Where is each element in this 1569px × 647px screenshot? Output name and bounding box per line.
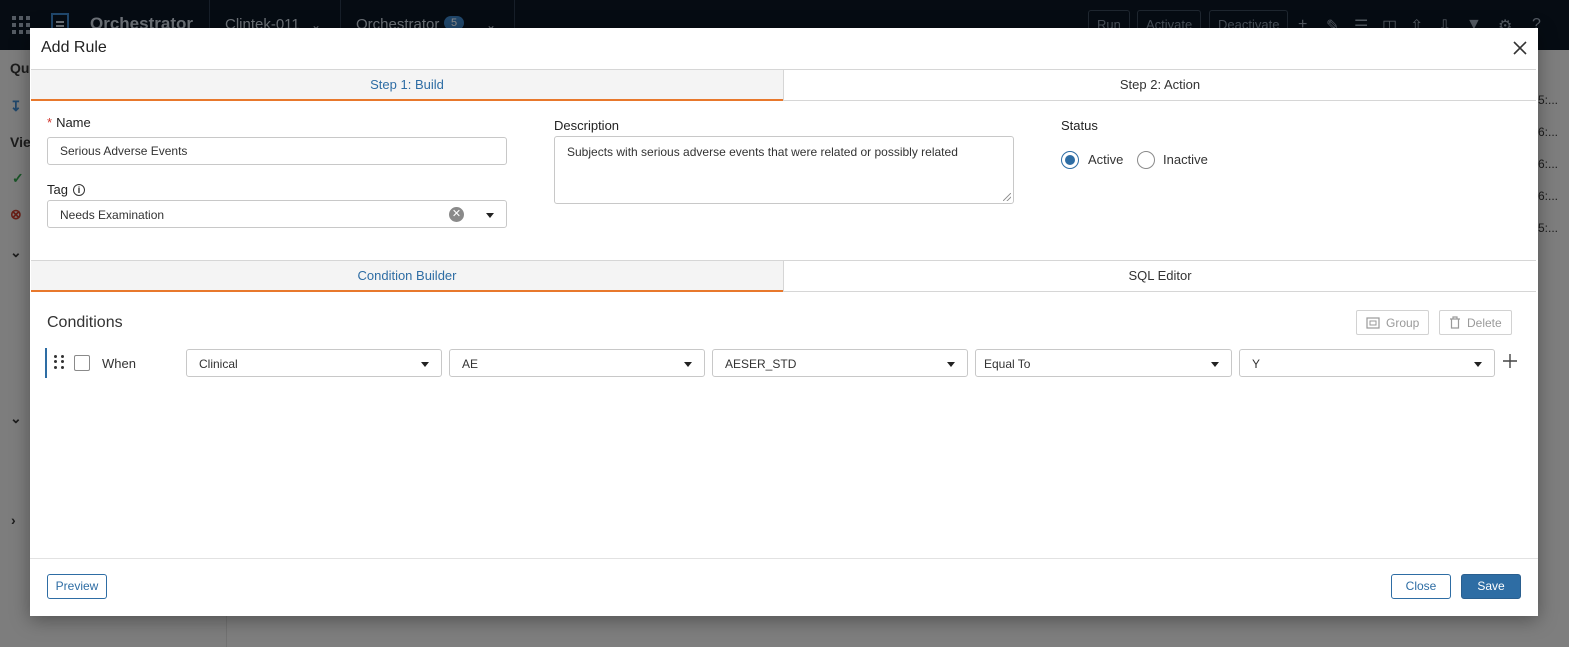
conditions-heading: Conditions (47, 314, 123, 331)
caret-down-icon[interactable] (486, 213, 494, 218)
status-active-radio[interactable] (1061, 151, 1079, 169)
caret-down-icon (1474, 362, 1482, 367)
description-textarea[interactable]: Subjects with serious adverse events tha… (554, 136, 1014, 204)
description-text: Subjects with serious adverse events tha… (567, 145, 958, 159)
tag-label: Tag i (47, 182, 85, 197)
caret-down-icon (421, 362, 429, 367)
caret-down-icon (684, 362, 692, 367)
status-inactive-radio[interactable] (1137, 151, 1155, 169)
condition-row-indicator (45, 348, 47, 378)
close-button[interactable]: Close (1391, 574, 1451, 599)
clear-icon[interactable]: ✕ (449, 207, 464, 222)
condition-operator-value: Equal To (984, 357, 1031, 371)
tab-sql-editor[interactable]: SQL Editor (783, 261, 1536, 291)
condition-value-select[interactable]: Y (1239, 349, 1495, 377)
tag-select-value: Needs Examination (60, 208, 165, 222)
drag-handle-icon[interactable] (54, 355, 64, 369)
condition-row-checkbox[interactable] (74, 355, 90, 371)
footer-divider (30, 558, 1538, 559)
condition-source-value: Clinical (199, 357, 238, 371)
tab-step-action[interactable]: Step 2: Action (783, 70, 1536, 100)
dialog-title: Add Rule (41, 39, 107, 56)
caret-down-icon (947, 362, 955, 367)
tab-step-build[interactable]: Step 1: Build (31, 70, 783, 101)
status-inactive-label[interactable]: Inactive (1163, 152, 1208, 167)
condition-variable-value: AESER_STD (725, 357, 797, 371)
tag-select[interactable]: Needs Examination ✕ (47, 200, 507, 228)
group-button[interactable]: Group (1356, 310, 1430, 335)
condition-domain-value: AE (462, 357, 479, 371)
name-input[interactable]: Serious Adverse Events (47, 137, 507, 165)
required-marker: * (47, 115, 53, 130)
condition-source-select[interactable]: Clinical (186, 349, 442, 377)
condition-variable-select[interactable]: AESER_STD (712, 349, 968, 377)
step-tabs: Step 1: Build Step 2: Action (31, 69, 1536, 101)
delete-button-label: Delete (1467, 315, 1502, 330)
description-label: Description (554, 118, 620, 133)
save-button[interactable]: Save (1461, 574, 1521, 599)
add-condition-icon[interactable] (1502, 353, 1518, 369)
add-rule-dialog: Add Rule Step 1: Build Step 2: Action * N… (30, 28, 1538, 616)
group-icon (1366, 316, 1380, 329)
tag-label-text: Tag (47, 182, 68, 197)
name-label: * Name (47, 115, 91, 130)
condition-value-value: Y (1252, 357, 1261, 371)
builder-tabs: Condition Builder SQL Editor (31, 260, 1536, 292)
preview-button[interactable]: Preview (47, 574, 107, 599)
tab-condition-builder[interactable]: Condition Builder (31, 261, 783, 292)
condition-operator-select[interactable]: Equal To (975, 349, 1232, 377)
name-label-text: Name (56, 115, 91, 130)
group-button-label: Group (1386, 315, 1420, 330)
caret-down-icon (1211, 362, 1219, 367)
resize-grip-icon[interactable] (1003, 193, 1011, 201)
close-icon[interactable] (1512, 40, 1528, 56)
condition-domain-select[interactable]: AE (449, 349, 705, 377)
delete-button[interactable]: Delete (1439, 310, 1512, 335)
info-icon[interactable]: i (72, 184, 85, 196)
trash-icon (1450, 316, 1460, 329)
when-label: When (102, 356, 136, 371)
status-label: Status (1061, 118, 1098, 133)
status-active-label[interactable]: Active (1088, 152, 1123, 167)
